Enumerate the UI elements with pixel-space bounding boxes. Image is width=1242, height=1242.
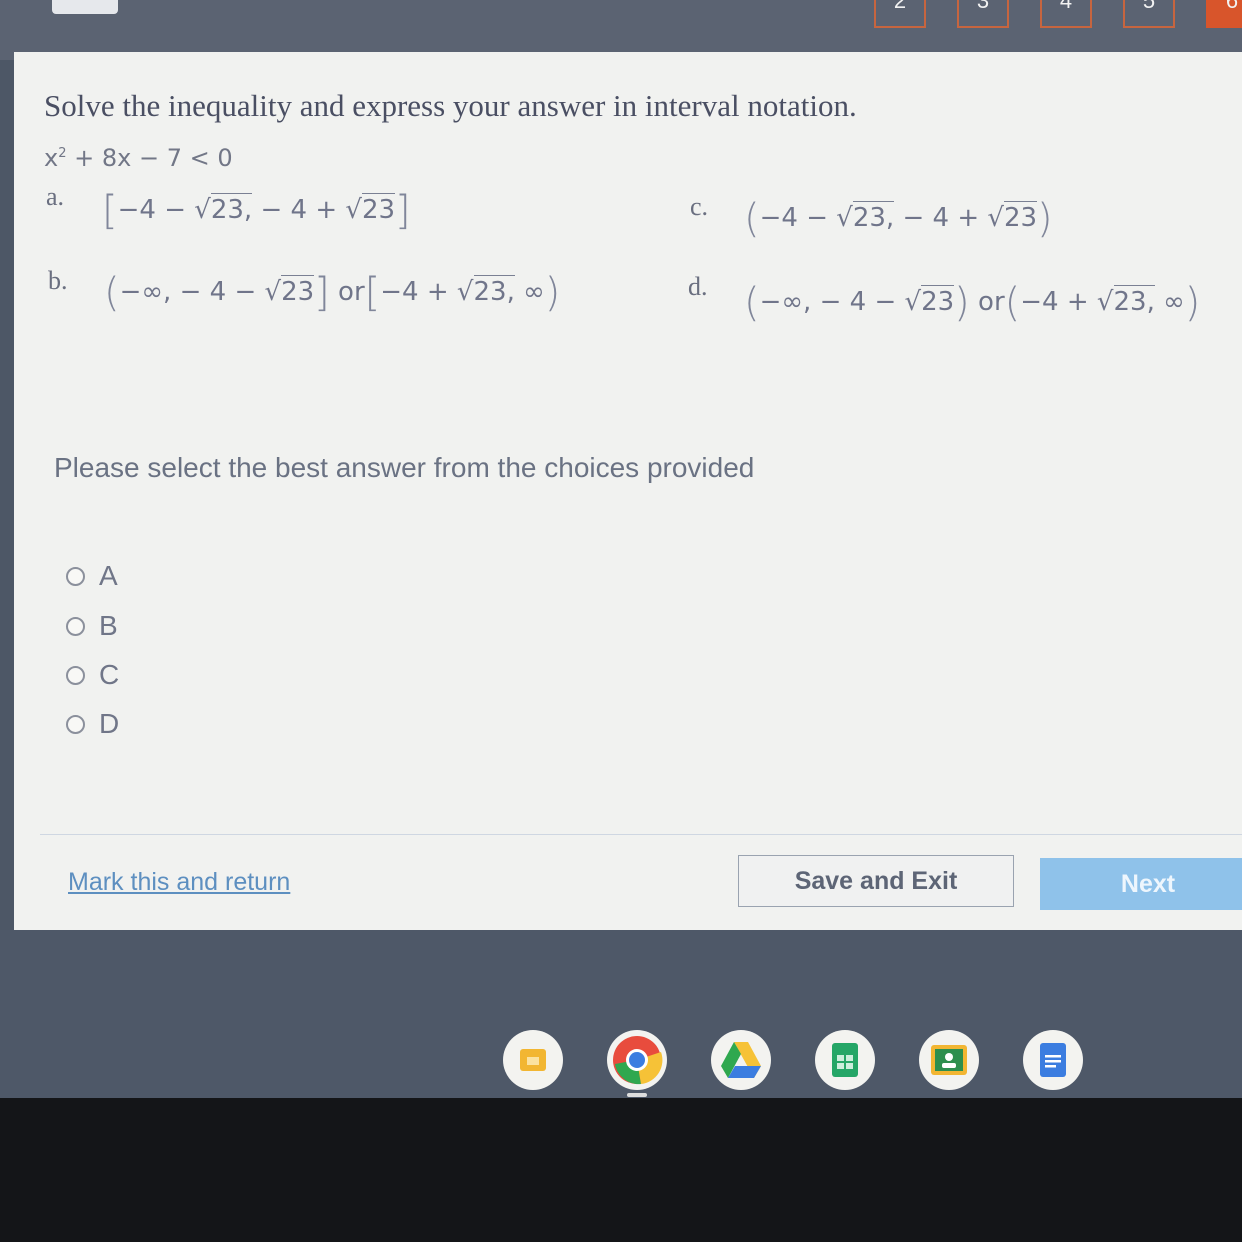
expr-part: − 4 + [894,203,988,233]
option-d[interactable]: D [66,708,119,740]
choice-c-expression: (−4 − √23, − 4 + √23) [744,196,1053,242]
bracket: ( [744,280,760,326]
files-icon[interactable] [503,1030,563,1090]
bracket: [ [364,270,381,316]
choice-d-letter: d. [688,272,708,301]
expr-part: −4 + [380,277,457,307]
menu-button[interactable] [52,0,118,14]
radicand: 23, [852,201,895,233]
question-equation: x2 + 8x − 7 < 0 [44,144,233,172]
option-a[interactable]: A [66,560,118,592]
bracket: ( [1004,280,1021,326]
option-c[interactable]: C [66,659,119,691]
radicand: 23 [361,193,396,225]
radicand: 23, [1113,285,1155,317]
bracket: ) [954,280,970,326]
sheets-icon[interactable] [815,1030,875,1090]
choice-d-expression: (−∞, − 4 − √23) or(−4 + √23, ∞) [744,280,1201,326]
radicand: 23 [1003,201,1038,233]
expr-part: −4 + [1020,287,1097,317]
page-tab-2[interactable]: 2 [874,0,926,28]
radio-circle-icon[interactable] [66,665,85,685]
instruction-text: Please select the best answer from the c… [54,452,755,483]
bracket: ) [1184,280,1201,326]
radio-circle-icon[interactable] [66,566,85,586]
bracket: ] [395,188,411,234]
bracket: [ [102,188,118,234]
expr-part: −∞, − 4 − [119,277,265,307]
bracket: ( [744,196,760,242]
radicand: 23, [473,275,515,307]
option-label[interactable]: A [99,560,118,592]
page-tab-5[interactable]: 5 [1123,0,1175,28]
top-bar: 2 3 4 5 6 [0,0,1242,60]
expr-part: ∞ [514,277,545,307]
option-b[interactable]: B [66,610,118,642]
radio-circle-icon[interactable] [66,616,85,636]
question-title: Solve the inequality and express your an… [44,88,857,123]
next-button[interactable]: Next [1040,858,1242,910]
footer-divider [40,834,1242,835]
bracket: ] [314,270,330,316]
choice-c-letter: c. [690,192,709,221]
bracket: ( [104,270,120,316]
equation-rest: + 8x − 7 < 0 [66,144,233,172]
option-label[interactable]: C [99,659,119,691]
radio-circle-icon[interactable] [66,714,85,734]
mark-and-return-link[interactable]: Mark this and return [68,868,290,897]
expr-part: −4 − [759,203,837,233]
expr-part: −4 − [117,195,195,225]
choice-b-expression: (−∞, − 4 − √23] or[−4 + √23, ∞) [104,270,561,316]
page-tab-6[interactable]: 6 [1206,0,1242,28]
or-label: or [978,287,1005,317]
page-tab-4[interactable]: 4 [1040,0,1092,28]
screen-bezel [0,1098,1242,1242]
radicand: 23 [921,285,955,317]
expr-part: − 4 + [252,195,346,225]
choice-a-expression: [−4 − √23, − 4 + √23] [102,188,411,234]
or-label: or [338,277,365,307]
expr-part: ∞ [1154,287,1185,317]
choice-a-letter: a. [46,182,65,211]
docs-icon[interactable] [1023,1030,1083,1090]
bracket: ) [544,270,561,316]
choice-b-letter: b. [48,266,68,295]
save-and-exit-button[interactable]: Save and Exit [738,855,1014,907]
radicand: 23, [210,193,253,225]
chrome-icon[interactable] [607,1030,667,1090]
question-panel: Solve the inequality and express your an… [14,52,1242,930]
bracket: ) [1037,196,1053,242]
option-label[interactable]: B [99,610,118,642]
page-tab-3[interactable]: 3 [957,0,1009,28]
classroom-icon[interactable] [919,1030,979,1090]
expr-part: −∞, − 4 − [759,287,905,317]
option-label[interactable]: D [99,708,119,740]
radicand: 23 [281,275,315,307]
equation-variable: x [44,144,59,172]
active-app-indicator [627,1093,647,1097]
drive-icon[interactable] [711,1030,771,1090]
